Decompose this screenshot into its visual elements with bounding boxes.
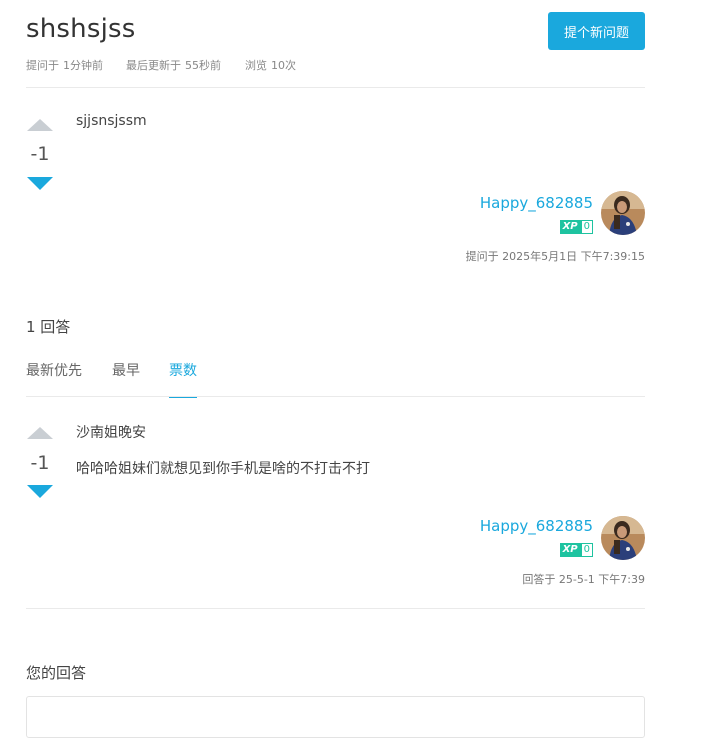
upvote-arrow-icon[interactable]	[27, 119, 53, 131]
views-value: 10次	[271, 59, 296, 72]
answer-divider	[26, 608, 645, 609]
xp-badge-icon: XP	[559, 543, 581, 557]
header-divider	[26, 87, 645, 88]
xp-value: 0	[580, 220, 593, 234]
answer-line-1: 沙南姐晚安	[76, 425, 146, 441]
question-timestamp: 提问于 2025年5月1日 下午7:39:15	[465, 250, 645, 263]
question-body: sjjsnsjssm	[76, 113, 147, 129]
answer-upvote-arrow-icon[interactable]	[27, 427, 53, 439]
answer-author-name[interactable]: Happy_682885	[480, 517, 593, 535]
question-score: -1	[30, 143, 50, 165]
avatar[interactable]	[601, 191, 645, 235]
xp-badge-icon: XP	[559, 220, 581, 234]
asked-value: 1分钟前	[63, 59, 103, 72]
updated-label: 最后更新于	[126, 59, 181, 72]
updated-meta: 最后更新于 55秒前	[126, 57, 221, 73]
tab-votes[interactable]: 票数	[169, 360, 197, 398]
answer-line-2: 哈哈哈姐妹们就想见到你手机是啥的不打击不打	[76, 461, 370, 477]
answer-sort-tabs: 最新优先 最早 票数	[26, 360, 645, 398]
tab-newest[interactable]: 最新优先	[26, 360, 82, 396]
updated-value: 55秒前	[185, 59, 221, 72]
asked-meta: 提问于 1分钟前	[26, 57, 103, 73]
answer-score: -1	[30, 452, 50, 474]
your-answer-label: 您的回答	[26, 664, 87, 682]
views-meta: 浏览 10次	[245, 57, 296, 73]
question-author-xp: XP 0	[559, 220, 593, 234]
answer-timestamp: 回答于 25-5-1 下午7:39	[522, 573, 645, 586]
xp-value: 0	[580, 543, 593, 557]
question-author-name[interactable]: Happy_682885	[480, 194, 593, 212]
answer-downvote-arrow-icon[interactable]	[27, 485, 53, 498]
downvote-arrow-icon[interactable]	[27, 177, 53, 190]
answer-editor[interactable]	[26, 696, 645, 738]
avatar[interactable]	[601, 516, 645, 560]
question-title: shshsjss	[26, 14, 136, 44]
new-question-button[interactable]: 提个新问题	[548, 12, 645, 50]
answer-author-xp: XP 0	[559, 543, 593, 557]
answers-count: 1 回答	[26, 318, 71, 336]
views-label: 浏览	[245, 59, 267, 72]
tab-oldest[interactable]: 最早	[112, 360, 140, 396]
tabs-divider	[26, 396, 645, 397]
asked-label: 提问于	[26, 59, 59, 72]
